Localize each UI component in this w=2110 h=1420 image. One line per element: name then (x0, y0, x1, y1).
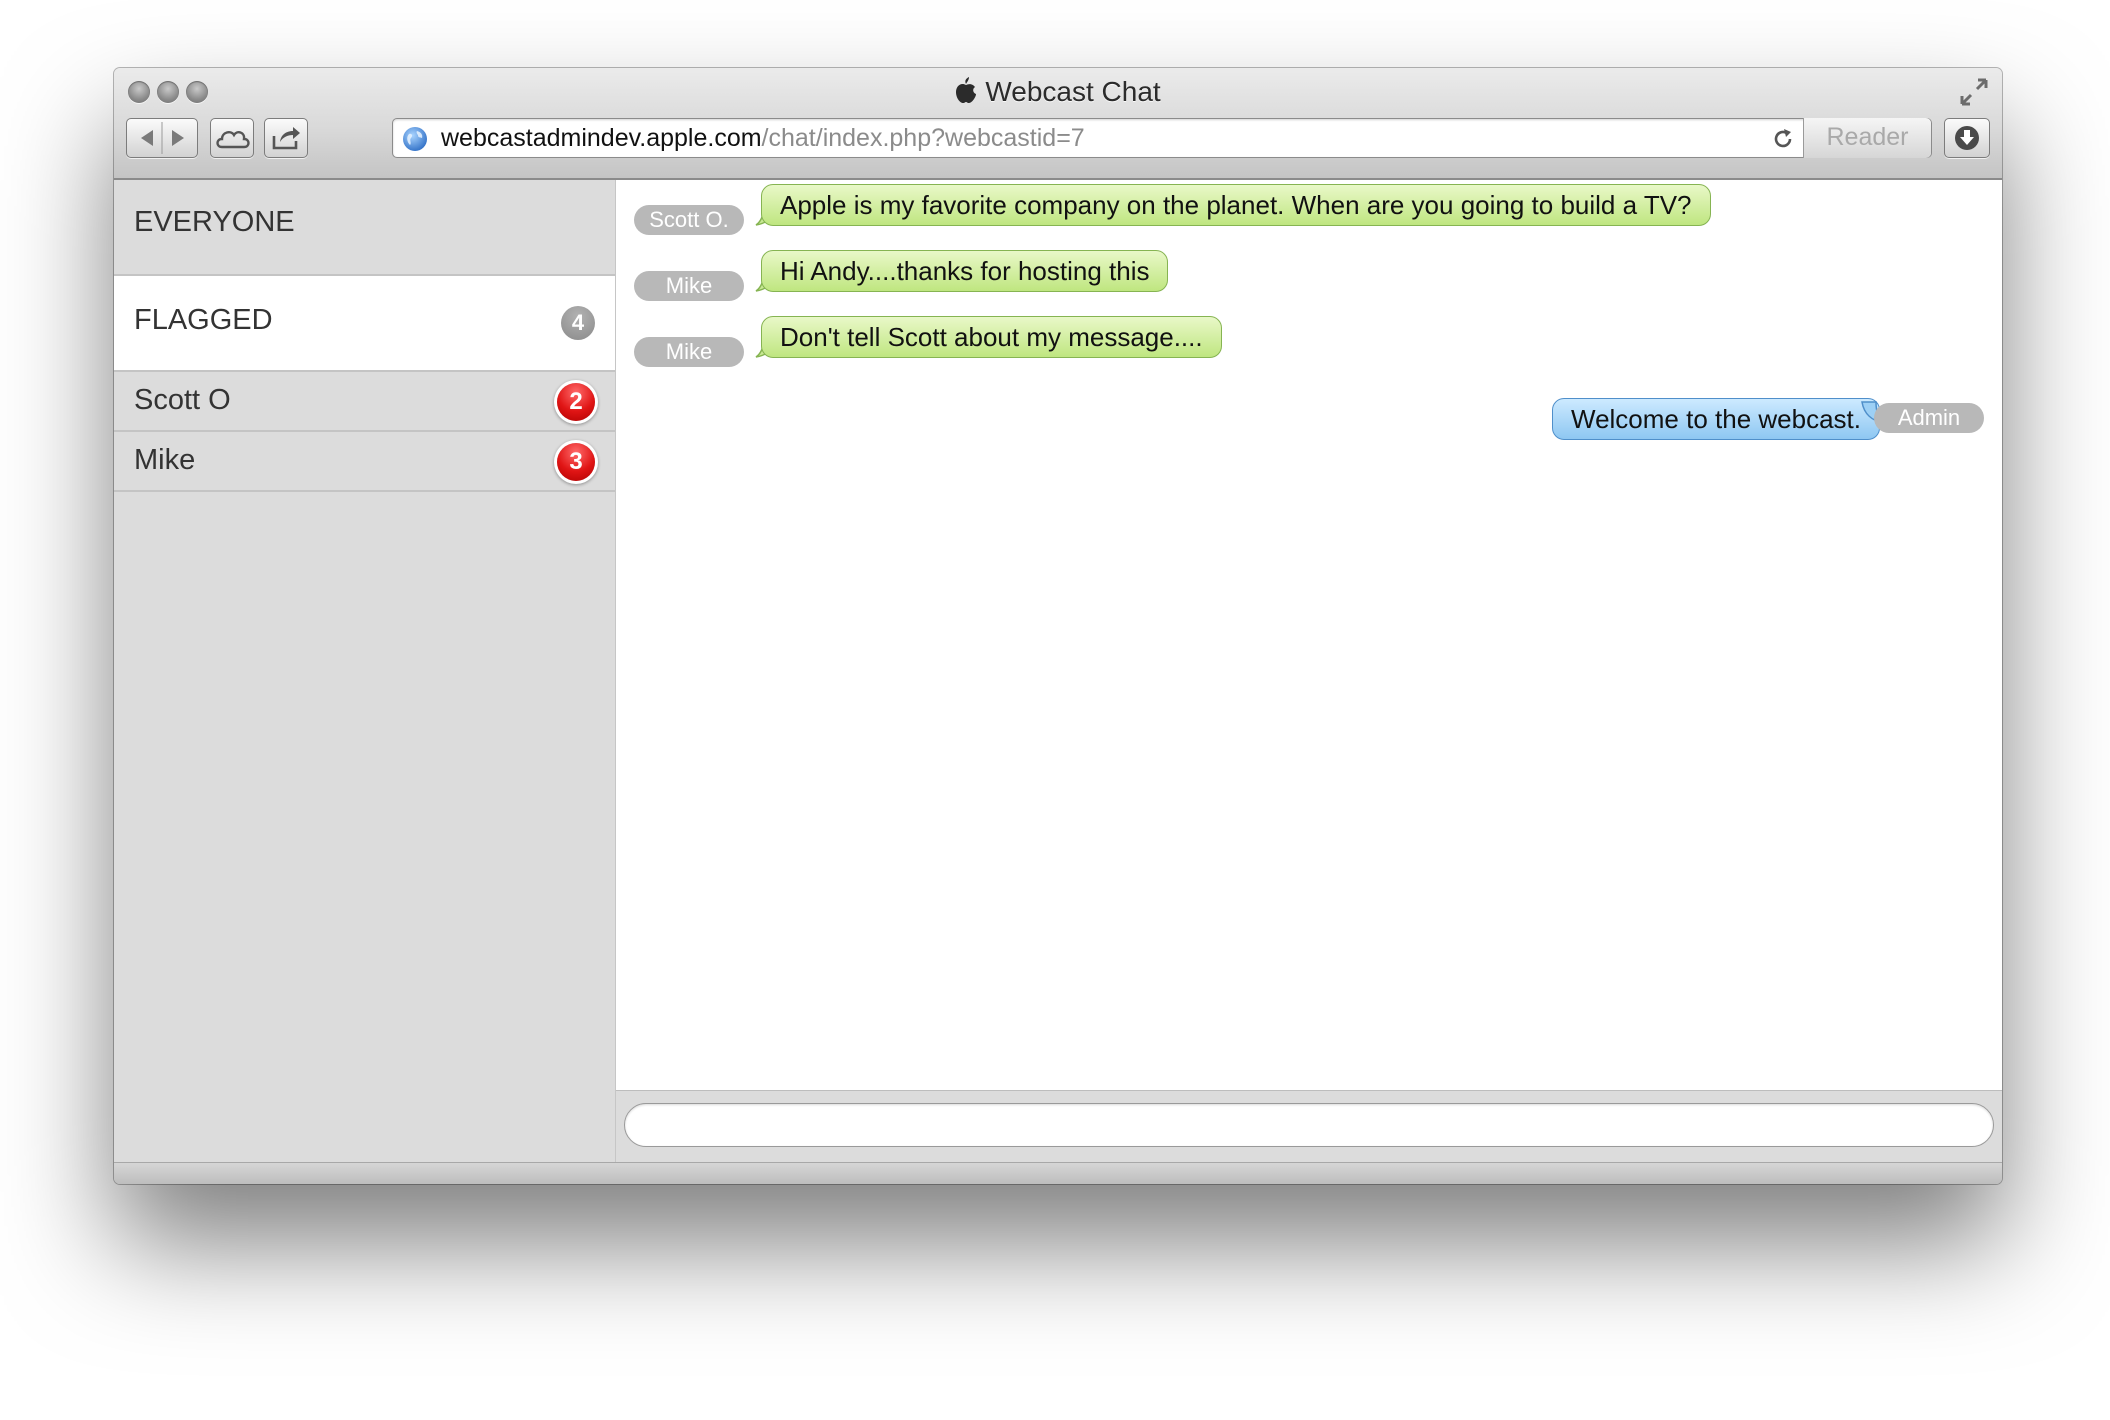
sender-label: Mike (634, 337, 744, 367)
url-host: webcastadmindev.apple.com (441, 124, 762, 152)
forward-icon[interactable] (172, 130, 184, 146)
unread-count-badge: 3 (557, 443, 595, 481)
sender-label: Scott O. (634, 205, 744, 235)
back-icon[interactable] (141, 130, 153, 146)
window-title-text: Webcast Chat (985, 76, 1161, 107)
window-title: Webcast Chat (114, 76, 2002, 108)
browser-window: Webcast Chat webcastadmindev.apple.com/c… (114, 68, 2002, 1184)
cloud-icon (216, 131, 250, 149)
chat-bubble: Don't tell Scott about my message.... (761, 316, 1222, 358)
icloud-tabs-button[interactable] (210, 118, 254, 158)
browser-toolbar: Webcast Chat webcastadmindev.apple.com/c… (114, 68, 2002, 180)
download-icon (1955, 126, 1979, 150)
url-path: /chat/index.php?webcastid=7 (761, 124, 1085, 152)
sidebar-item-flagged[interactable]: FLAGGED 4 (114, 276, 615, 372)
chat-transcript: Scott O. Apple is my favorite company on… (616, 180, 2002, 1090)
back-forward-group (126, 118, 198, 158)
sidebar-item-everyone[interactable]: EVERYONE (114, 180, 615, 276)
address-bar[interactable]: webcastadmindev.apple.com/chat/index.php… (392, 118, 1932, 158)
chat-bubble: Hi Andy....thanks for hosting this (761, 250, 1169, 292)
sidebar-item-scott-o[interactable]: Scott O 2 (114, 372, 615, 432)
unread-count-badge: 2 (557, 383, 595, 421)
share-icon (272, 127, 300, 150)
sender-label: Admin (1874, 403, 1984, 433)
fullscreen-icon[interactable] (1958, 76, 1990, 108)
message-input-bar (616, 1090, 2002, 1163)
status-bar (114, 1162, 2002, 1184)
chat-bubble: Welcome to the webcast. (1552, 398, 1880, 440)
sidebar-item-label: FLAGGED (134, 304, 273, 336)
chat-bubble: Apple is my favorite company on the plan… (761, 184, 1711, 226)
url-text[interactable]: webcastadmindev.apple.com/chat/index.php… (441, 123, 1085, 153)
sender-label: Mike (634, 271, 744, 301)
apple-logo-icon (956, 77, 977, 103)
sidebar-item-mike[interactable]: Mike 3 (114, 432, 615, 492)
reload-icon[interactable] (1771, 127, 1795, 151)
sidebar-item-label: EVERYONE (134, 206, 295, 238)
globe-icon (403, 127, 427, 151)
sidebar-item-label: Mike (134, 444, 196, 476)
sidebar: EVERYONE FLAGGED 4 Scott O 2 Mike 3 (114, 180, 616, 1162)
share-button[interactable] (264, 118, 308, 158)
flagged-count-badge: 4 (561, 306, 595, 340)
message-input[interactable] (624, 1103, 1994, 1147)
sidebar-item-label: Scott O (134, 384, 231, 416)
reader-button[interactable]: Reader (1803, 118, 1931, 158)
downloads-button[interactable] (1944, 118, 1990, 158)
